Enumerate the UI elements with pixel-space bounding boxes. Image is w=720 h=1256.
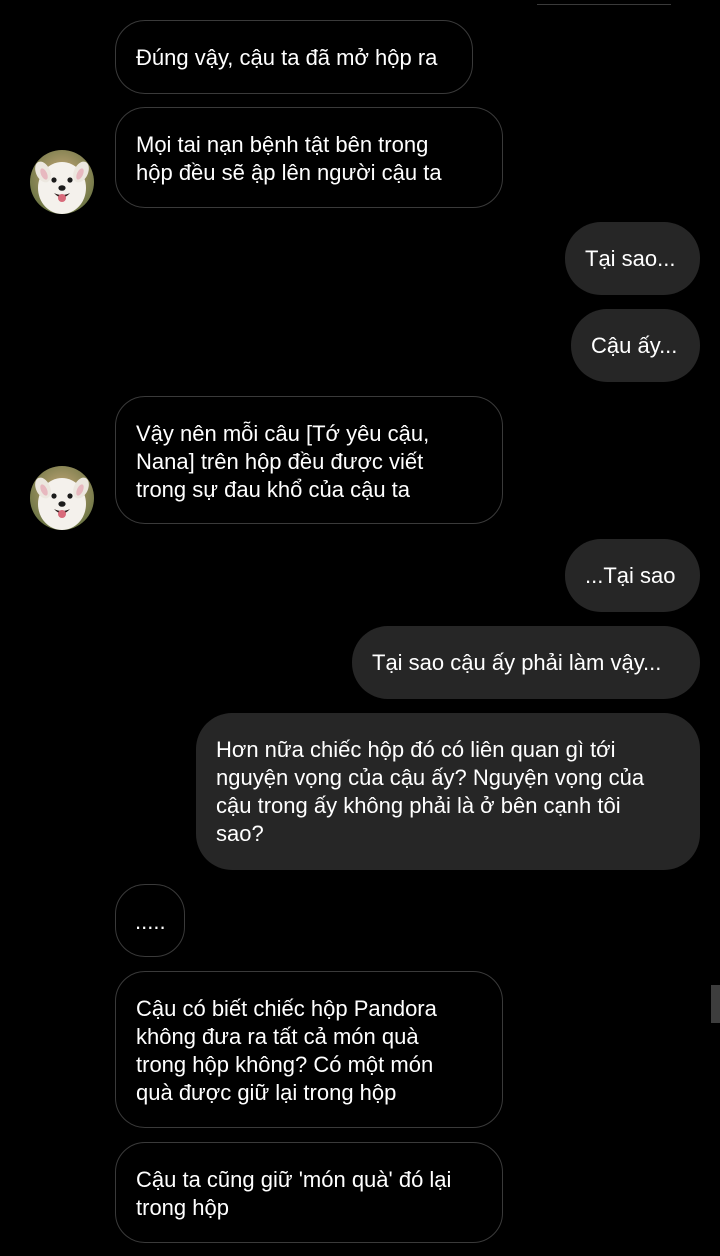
message-incoming[interactable]: Cậu có biết chiếc hộp Pandora không đưa … — [115, 971, 503, 1128]
scrollbar-thumb[interactable] — [711, 985, 720, 1023]
message-incoming[interactable]: Vậy nên mỗi câu [Tớ yêu cậu, Nana] trên … — [115, 396, 503, 524]
message-outgoing[interactable]: Hơn nữa chiếc hộp đó có liên quan gì tới… — [196, 713, 700, 870]
message-incoming[interactable]: Mọi tai nạn bệnh tật bên trong hộp đều s… — [115, 107, 503, 208]
contact-avatar[interactable] — [30, 466, 94, 530]
message-outgoing[interactable]: Tại sao... — [565, 222, 700, 295]
samoyed-dog-icon — [30, 150, 94, 214]
contact-avatar[interactable] — [30, 150, 94, 214]
message-incoming[interactable]: ..... — [115, 884, 185, 957]
message-outgoing[interactable]: Tại sao cậu ấy phải làm vậy... — [352, 626, 700, 699]
message-incoming[interactable]: Đúng vậy, cậu ta đã mở hộp ra — [115, 20, 473, 94]
message-outgoing[interactable]: Cậu ấy... — [571, 309, 700, 382]
samoyed-dog-icon — [30, 466, 94, 530]
message-outgoing[interactable]: ...Tại sao — [565, 539, 700, 612]
divider — [537, 4, 671, 5]
message-incoming[interactable]: Cậu ta cũng giữ 'món quà' đó lại trong h… — [115, 1142, 503, 1243]
